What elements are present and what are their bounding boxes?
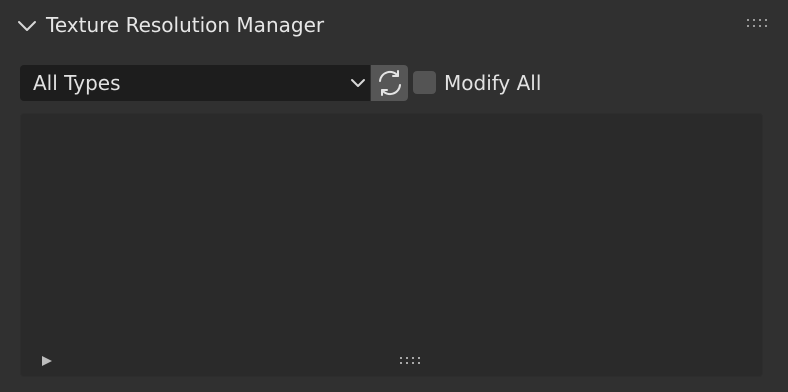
- chevron-down-icon[interactable]: [16, 16, 38, 36]
- panel-header[interactable]: Texture Resolution Manager: [0, 0, 788, 52]
- texture-resolution-panel: Texture Resolution Manager All Types Mod…: [0, 0, 788, 392]
- texture-list[interactable]: [20, 113, 763, 377]
- type-filter-value: All Types: [33, 71, 121, 95]
- resize-grip-icon[interactable]: [399, 356, 421, 366]
- refresh-icon: [379, 70, 401, 96]
- drag-grip-icon[interactable]: [746, 17, 768, 29]
- type-filter-dropdown[interactable]: All Types: [20, 65, 370, 101]
- modify-all-label[interactable]: Modify All: [444, 69, 541, 97]
- panel-title: Texture Resolution Manager: [46, 13, 325, 37]
- modify-all-checkbox[interactable]: [413, 71, 436, 94]
- refresh-button[interactable]: [371, 65, 408, 101]
- triangle-right-icon[interactable]: [40, 354, 54, 368]
- chevron-down-icon: [351, 79, 365, 87]
